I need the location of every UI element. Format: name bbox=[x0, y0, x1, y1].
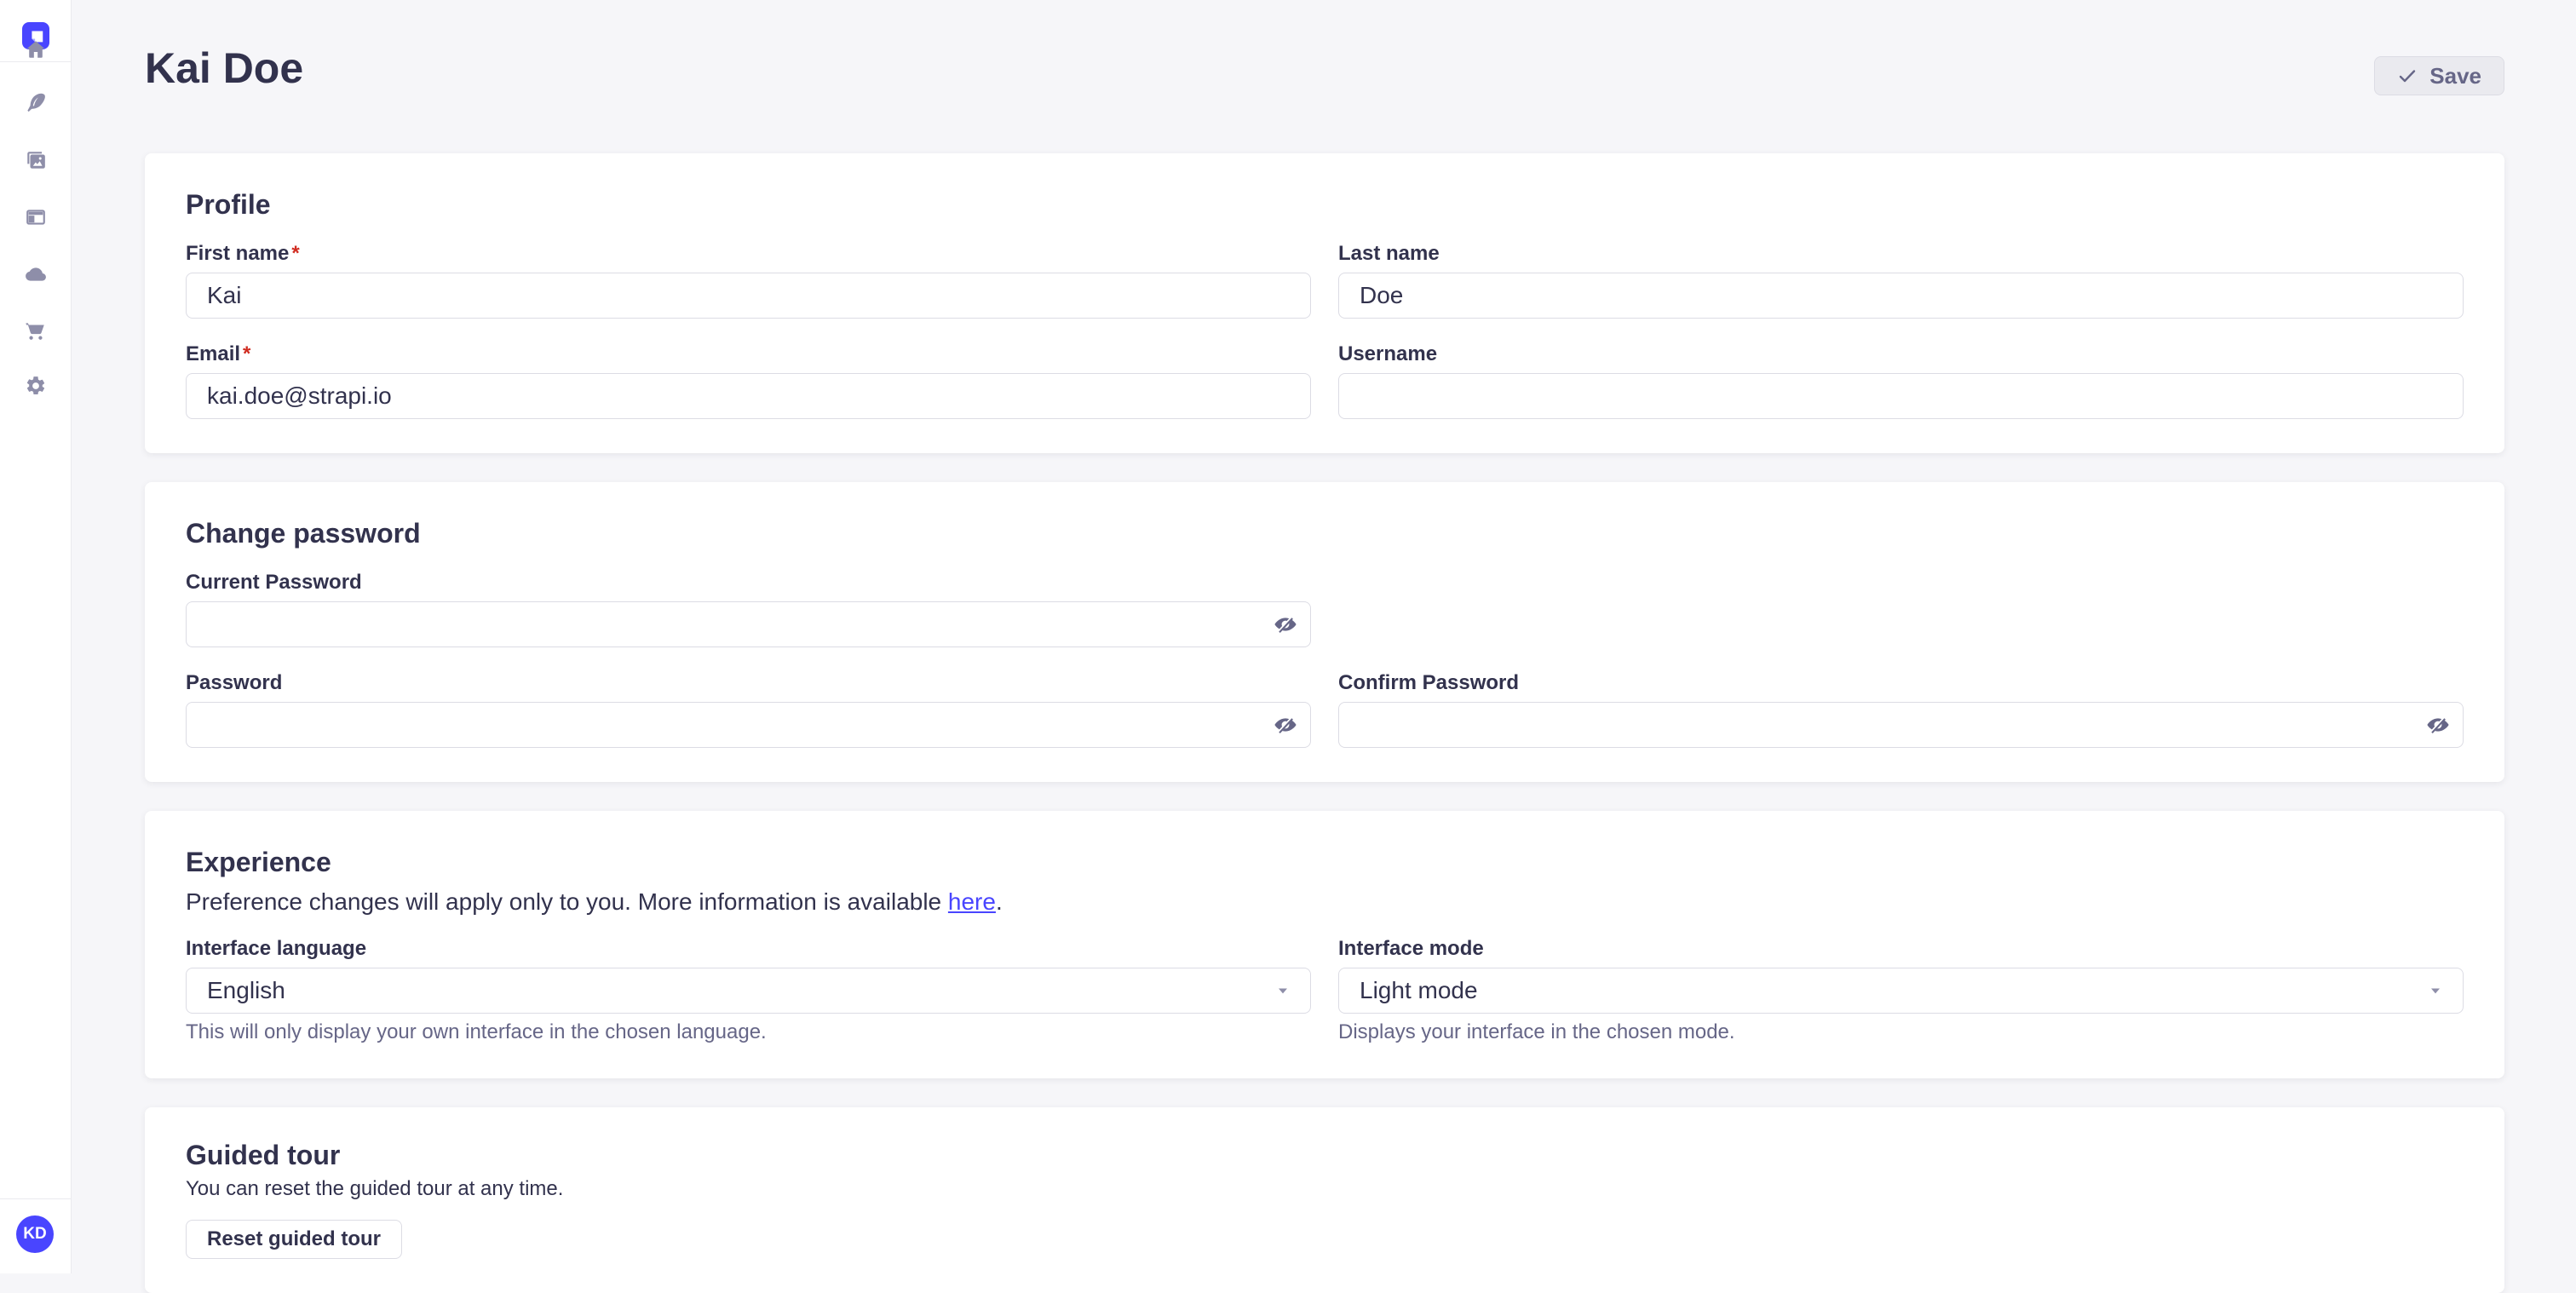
save-button[interactable]: Save bbox=[2374, 56, 2504, 95]
last-name-label: Last name bbox=[1338, 242, 2464, 266]
profile-section-title: Profile bbox=[186, 187, 2464, 221]
email-label: Email* bbox=[186, 342, 1311, 366]
eye-off-icon bbox=[1274, 612, 1297, 636]
save-button-label: Save bbox=[2429, 63, 2481, 89]
experience-card: Experience Preference changes will apply… bbox=[145, 811, 2504, 1078]
main-content: Kai Doe Save Profile First name* Last na… bbox=[72, 0, 2576, 1273]
current-password-input[interactable] bbox=[186, 601, 1311, 647]
field-new-password: Password bbox=[186, 671, 1311, 748]
interface-language-select[interactable]: English bbox=[186, 968, 1311, 1014]
sidebar-item-settings[interactable] bbox=[25, 375, 47, 397]
field-interface-mode: Interface mode Light mode Displays your … bbox=[1338, 937, 2464, 1044]
eye-off-icon bbox=[2426, 713, 2450, 737]
password-input[interactable] bbox=[186, 702, 1311, 748]
sidebar-item-marketplace[interactable] bbox=[25, 319, 47, 342]
first-name-label: First name* bbox=[186, 242, 1311, 266]
interface-language-hint: This will only display your own interfac… bbox=[186, 1020, 1311, 1044]
change-password-section-title: Change password bbox=[186, 516, 2464, 550]
interface-mode-value: Light mode bbox=[1360, 977, 1478, 1004]
user-avatar[interactable]: KD bbox=[16, 1215, 54, 1253]
change-password-card: Change password Current Password bbox=[145, 482, 2504, 782]
username-input[interactable] bbox=[1338, 373, 2464, 419]
username-label: Username bbox=[1338, 342, 2464, 366]
password-label: Password bbox=[186, 671, 1311, 695]
field-last-name: Last name bbox=[1338, 242, 2464, 319]
sidebar-item-home[interactable] bbox=[25, 38, 47, 60]
email-input[interactable] bbox=[186, 373, 1311, 419]
chevron-down-icon bbox=[1274, 982, 1291, 999]
page-header: Kai Doe Save bbox=[145, 44, 2504, 92]
cloud-icon bbox=[25, 263, 47, 285]
sidebar-bottom-divider bbox=[0, 1198, 71, 1199]
sidebar-divider bbox=[0, 61, 71, 62]
required-asterisk: * bbox=[243, 342, 250, 365]
experience-description: Preference changes will apply only to yo… bbox=[186, 888, 2464, 917]
guided-tour-section-title: Guided tour bbox=[186, 1138, 2464, 1172]
field-username: Username bbox=[1338, 342, 2464, 419]
settings-cards: Profile First name* Last name Email* bbox=[145, 153, 2504, 1293]
confirm-password-input[interactable] bbox=[1338, 702, 2464, 748]
profile-card: Profile First name* Last name Email* bbox=[145, 153, 2504, 453]
toggle-password-visibility-button[interactable] bbox=[1267, 706, 1304, 744]
first-name-input[interactable] bbox=[186, 273, 1311, 319]
confirm-password-label: Confirm Password bbox=[1338, 671, 2464, 695]
sidebar-item-deploy[interactable] bbox=[25, 263, 47, 285]
spacer bbox=[1338, 571, 2464, 647]
gear-icon bbox=[25, 375, 47, 397]
layout-icon bbox=[25, 206, 47, 228]
field-interface-language: Interface language English This will onl… bbox=[186, 937, 1311, 1044]
sidebar-item-media-library[interactable] bbox=[25, 149, 47, 171]
interface-language-label: Interface language bbox=[186, 937, 1311, 961]
cart-icon bbox=[25, 319, 47, 342]
field-email: Email* bbox=[186, 342, 1311, 419]
current-password-label: Current Password bbox=[186, 571, 1311, 595]
sidebar-item-content-manager[interactable] bbox=[25, 92, 47, 114]
check-icon bbox=[2397, 66, 2418, 86]
guided-tour-description: You can reset the guided tour at any tim… bbox=[186, 1177, 2464, 1201]
interface-mode-label: Interface mode bbox=[1338, 937, 2464, 961]
field-confirm-password: Confirm Password bbox=[1338, 671, 2464, 748]
main-nav-sidebar: KD bbox=[0, 0, 72, 1273]
avatar-initials: KD bbox=[23, 1225, 46, 1244]
more-information-link[interactable]: here bbox=[948, 888, 996, 915]
field-first-name: First name* bbox=[186, 242, 1311, 319]
field-current-password: Current Password bbox=[186, 571, 1311, 647]
strapi-profile-page: KD Kai Doe Save Profile First name* bbox=[0, 0, 2576, 1273]
eye-off-icon bbox=[1274, 713, 1297, 737]
interface-mode-select[interactable]: Light mode bbox=[1338, 968, 2464, 1014]
page-title: Kai Doe bbox=[145, 44, 2504, 92]
feather-icon bbox=[25, 92, 47, 114]
sidebar-item-content-type-builder[interactable] bbox=[25, 206, 47, 228]
experience-section-title: Experience bbox=[186, 845, 2464, 879]
interface-language-value: English bbox=[207, 977, 285, 1004]
toggle-current-password-visibility-button[interactable] bbox=[1267, 606, 1304, 643]
reset-guided-tour-button[interactable]: Reset guided tour bbox=[186, 1220, 402, 1259]
interface-mode-hint: Displays your interface in the chosen mo… bbox=[1338, 1020, 2464, 1044]
required-asterisk: * bbox=[291, 242, 299, 265]
last-name-input[interactable] bbox=[1338, 273, 2464, 319]
pictures-icon bbox=[25, 149, 47, 171]
home-icon bbox=[25, 38, 47, 60]
guided-tour-card: Guided tour You can reset the guided tou… bbox=[145, 1107, 2504, 1293]
chevron-down-icon bbox=[2427, 982, 2444, 999]
toggle-confirm-password-visibility-button[interactable] bbox=[2419, 706, 2457, 744]
